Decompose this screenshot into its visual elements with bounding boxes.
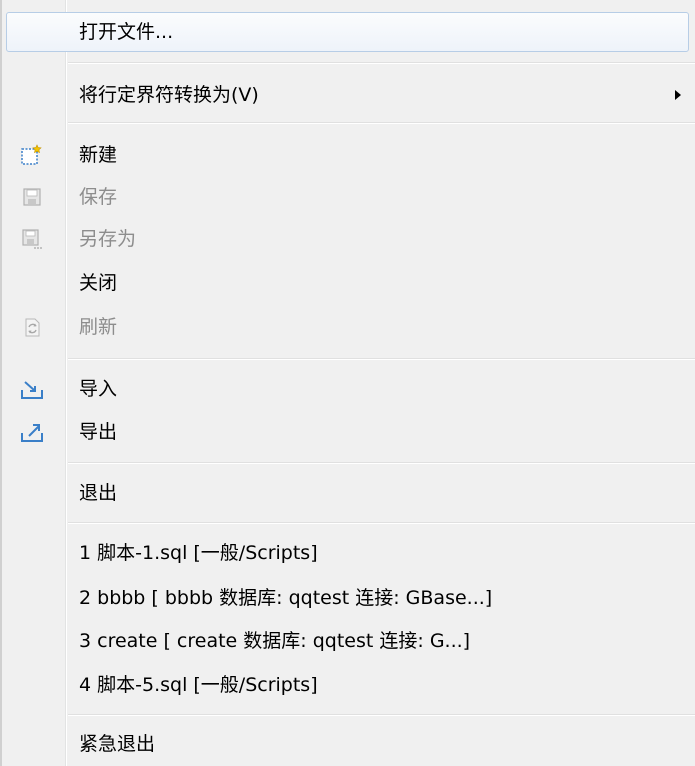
menu-item-label: 退出 [79, 482, 118, 504]
menu-item-close[interactable]: 关闭 [6, 263, 689, 303]
menu-item-exit[interactable]: 退出 [6, 473, 689, 513]
menu-item-label: 紧急退出 [79, 733, 156, 755]
menu-separator [68, 358, 695, 360]
menu-separator [68, 122, 695, 124]
menu-item-label: 保存 [79, 186, 118, 208]
recent-file-4[interactable]: 4 脚本-5.sql [一般/Scripts] [6, 665, 689, 705]
recent-file-label: 4 脚本-5.sql [一般/Scripts] [79, 674, 318, 696]
recent-file-2[interactable]: 2 bbbb [ bbbb 数据库: qqtest 连接: GBase...] [6, 578, 689, 618]
refresh-icon [20, 315, 44, 339]
recent-file-label: 2 bbbb [ bbbb 数据库: qqtest 连接: GBase...] [79, 587, 493, 609]
recent-file-label: 3 create [ create 数据库: qqtest 连接: G...] [79, 630, 471, 652]
menu-item-label: 刷新 [79, 316, 118, 338]
menu-separator [68, 714, 695, 716]
menu-left-border [0, 0, 2, 766]
menu-separator [68, 62, 695, 64]
save-icon [20, 185, 44, 209]
menu-separator [68, 462, 695, 464]
chevron-right-icon [675, 90, 681, 100]
menu-item-refresh[interactable]: 刷新 [6, 307, 689, 347]
import-icon [20, 377, 44, 401]
new-file-icon [20, 143, 44, 167]
menu-item-open-file[interactable]: 打开文件... [6, 12, 689, 52]
menu-item-emergency-exit[interactable]: 紧急退出 [6, 724, 689, 764]
menu-item-save-as[interactable]: 另存为 [6, 219, 689, 259]
menu-item-convert-line-delimiters[interactable]: 将行定界符转换为(V) [6, 75, 689, 115]
file-menu: 打开文件... 将行定界符转换为(V) 新建 保存 另存为 关闭 刷新 导入 导… [0, 0, 695, 766]
menu-item-new[interactable]: 新建 [6, 135, 689, 175]
menu-item-label: 将行定界符转换为(V) [79, 84, 259, 106]
menu-item-label: 关闭 [79, 272, 118, 294]
recent-file-label: 1 脚本-1.sql [一般/Scripts] [79, 542, 318, 564]
menu-separator [68, 522, 695, 524]
menu-item-label: 打开文件... [79, 21, 174, 43]
save-as-icon [20, 227, 44, 251]
menu-item-label: 导入 [79, 378, 118, 400]
menu-item-save[interactable]: 保存 [6, 177, 689, 217]
menu-item-label: 导出 [79, 421, 118, 443]
menu-item-label: 另存为 [79, 228, 137, 250]
menu-item-label: 新建 [79, 144, 118, 166]
recent-file-3[interactable]: 3 create [ create 数据库: qqtest 连接: G...] [6, 621, 689, 661]
menu-item-import[interactable]: 导入 [6, 369, 689, 409]
menu-item-export[interactable]: 导出 [6, 412, 689, 452]
export-icon [20, 420, 44, 444]
recent-file-1[interactable]: 1 脚本-1.sql [一般/Scripts] [6, 533, 689, 573]
